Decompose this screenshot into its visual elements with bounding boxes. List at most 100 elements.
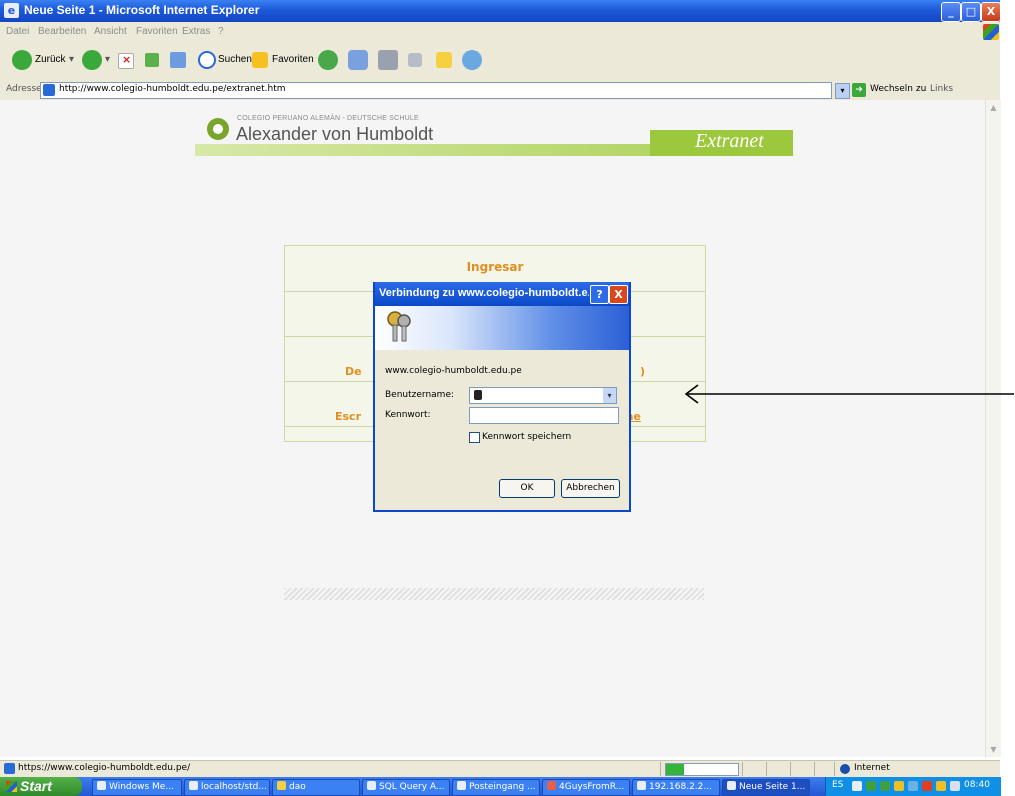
- favorites-icon[interactable]: [252, 52, 268, 68]
- tray-arrow-icon[interactable]: [852, 781, 862, 791]
- status-bar: https://www.colegio-humboldt.edu.pe/ Int…: [0, 760, 1000, 777]
- vertical-scrollbar[interactable]: ▲ ▼: [985, 100, 1001, 757]
- status-divider: [660, 762, 661, 776]
- search-icon[interactable]: [198, 51, 216, 69]
- username-dropdown-icon[interactable]: ▾: [603, 388, 616, 403]
- tray-update-icon[interactable]: [894, 781, 904, 791]
- task-windows-media[interactable]: Windows Me...: [92, 779, 182, 796]
- favorites-label[interactable]: Favoriten: [272, 54, 314, 65]
- task-dao[interactable]: dao: [272, 779, 360, 796]
- close-button[interactable]: X: [981, 2, 1001, 22]
- address-url[interactable]: http://www.colegio-humboldt.edu.pe/extra…: [59, 84, 286, 94]
- browser-icon: [189, 781, 198, 790]
- minimize-button[interactable]: _: [941, 2, 961, 22]
- progress-bar: [665, 763, 739, 776]
- window-title: Neue Seite 1 - Microsoft Internet Explor…: [24, 3, 260, 17]
- mail-icon[interactable]: [348, 50, 368, 70]
- menu-bearbeiten[interactable]: Bearbeiten: [38, 26, 86, 37]
- system-tray: ES 08:40: [825, 777, 1001, 796]
- username-field[interactable]: ▾: [469, 387, 617, 404]
- menu-favoriten[interactable]: Favoriten: [136, 26, 178, 37]
- scroll-up-icon[interactable]: ▲: [986, 100, 1001, 115]
- folder-icon[interactable]: [436, 52, 452, 68]
- links-button[interactable]: Links: [930, 84, 953, 94]
- ok-button[interactable]: OK: [499, 479, 555, 498]
- password-field[interactable]: [469, 407, 619, 424]
- status-url: https://www.colegio-humboldt.edu.pe/: [18, 763, 191, 773]
- extranet-title: Extranet: [695, 130, 764, 152]
- task-posteingang[interactable]: Posteingang ...: [452, 779, 540, 796]
- dialog-close-button[interactable]: X: [609, 285, 628, 304]
- language-indicator[interactable]: ES: [832, 780, 843, 790]
- address-bar: Adresse http://www.colegio-humboldt.edu.…: [0, 80, 1000, 101]
- start-button[interactable]: Start: [0, 777, 82, 796]
- go-icon[interactable]: ➜: [852, 83, 866, 97]
- hatched-divider: [284, 588, 704, 600]
- messenger-icon[interactable]: [462, 50, 482, 70]
- menu-extras[interactable]: Extras: [182, 26, 210, 37]
- forward-icon[interactable]: [82, 50, 102, 70]
- cancel-button[interactable]: Abbrechen: [561, 479, 620, 498]
- tray-security-icon[interactable]: [880, 781, 890, 791]
- print-icon[interactable]: [378, 50, 398, 70]
- dialog-help-button[interactable]: ?: [590, 285, 609, 304]
- back-label[interactable]: Zurück: [35, 54, 66, 65]
- menu-help[interactable]: ?: [218, 26, 224, 37]
- title-bar[interactable]: e Neue Seite 1 - Microsoft Internet Expl…: [0, 0, 1001, 22]
- school-logo-icon: [207, 118, 229, 140]
- menu-ansicht[interactable]: Ansicht: [94, 26, 127, 37]
- status-divider: [790, 762, 791, 776]
- annotation-arrow: [684, 384, 1014, 404]
- remote-desktop-icon: [637, 781, 646, 790]
- refresh-icon[interactable]: [145, 53, 159, 67]
- search-label[interactable]: Suchen: [218, 54, 252, 65]
- page-icon: [43, 84, 55, 96]
- ie-icon[interactable]: e: [4, 3, 19, 18]
- status-divider: [834, 762, 835, 776]
- tray-info-icon[interactable]: [950, 781, 960, 791]
- start-label: Start: [20, 778, 52, 794]
- edit-icon[interactable]: [408, 53, 422, 67]
- login-dialog: Verbindung zu www.colegio-humboldt.e... …: [373, 282, 631, 512]
- address-input[interactable]: http://www.colegio-humboldt.edu.pe/extra…: [40, 82, 832, 99]
- status-divider: [814, 762, 815, 776]
- back-icon[interactable]: [12, 50, 32, 70]
- menu-datei[interactable]: Datei: [6, 26, 29, 37]
- back-dropdown-icon[interactable]: ▾: [69, 54, 74, 65]
- task-localhost[interactable]: localhost/std...: [184, 779, 270, 796]
- go-button[interactable]: Wechseln zu: [870, 84, 926, 94]
- status-divider: [766, 762, 767, 776]
- maximize-button[interactable]: □: [961, 2, 981, 22]
- dialog-title-bar[interactable]: Verbindung zu www.colegio-humboldt.e... …: [375, 282, 629, 306]
- scroll-down-icon[interactable]: ▼: [986, 742, 1001, 757]
- tray-network-icon[interactable]: [866, 781, 876, 791]
- write-link[interactable]: Escr: [335, 410, 361, 423]
- tray-antivirus-icon[interactable]: [922, 781, 932, 791]
- download-link-end[interactable]: ): [640, 365, 645, 378]
- forward-dropdown-icon[interactable]: ▾: [105, 54, 110, 65]
- dialog-banner: [375, 306, 629, 350]
- mail-icon: [457, 781, 466, 790]
- remember-password-label[interactable]: Kennwort speichern: [482, 432, 571, 442]
- address-dropdown-icon[interactable]: ▾: [835, 83, 850, 99]
- history-icon[interactable]: [318, 50, 338, 70]
- task-4guys[interactable]: 4GuysFromR...: [542, 779, 630, 796]
- stop-icon[interactable]: ×: [118, 53, 134, 69]
- download-link[interactable]: De: [345, 365, 362, 378]
- home-icon[interactable]: [170, 52, 186, 68]
- toolbar: Zurück ▾ ▾ × Suchen Favoriten: [0, 42, 1000, 81]
- task-sql-query[interactable]: SQL Query A...: [362, 779, 450, 796]
- folder-icon: [277, 781, 286, 790]
- clock[interactable]: 08:40: [964, 780, 990, 790]
- security-zone: Internet: [854, 763, 890, 773]
- tray-volume-icon[interactable]: [908, 781, 918, 791]
- task-remote[interactable]: 192.168.2.2...: [632, 779, 720, 796]
- windows-logo-icon: [983, 24, 999, 40]
- username-label: Benutzername:: [385, 390, 455, 400]
- sql-icon: [367, 781, 376, 790]
- tray-shield-icon[interactable]: [936, 781, 946, 791]
- login-heading: Ingresar: [466, 260, 524, 274]
- remember-password-checkbox[interactable]: [469, 432, 480, 443]
- dialog-site: www.colegio-humboldt.edu.pe: [385, 366, 522, 376]
- task-neue-seite[interactable]: Neue Seite 1...: [722, 779, 810, 796]
